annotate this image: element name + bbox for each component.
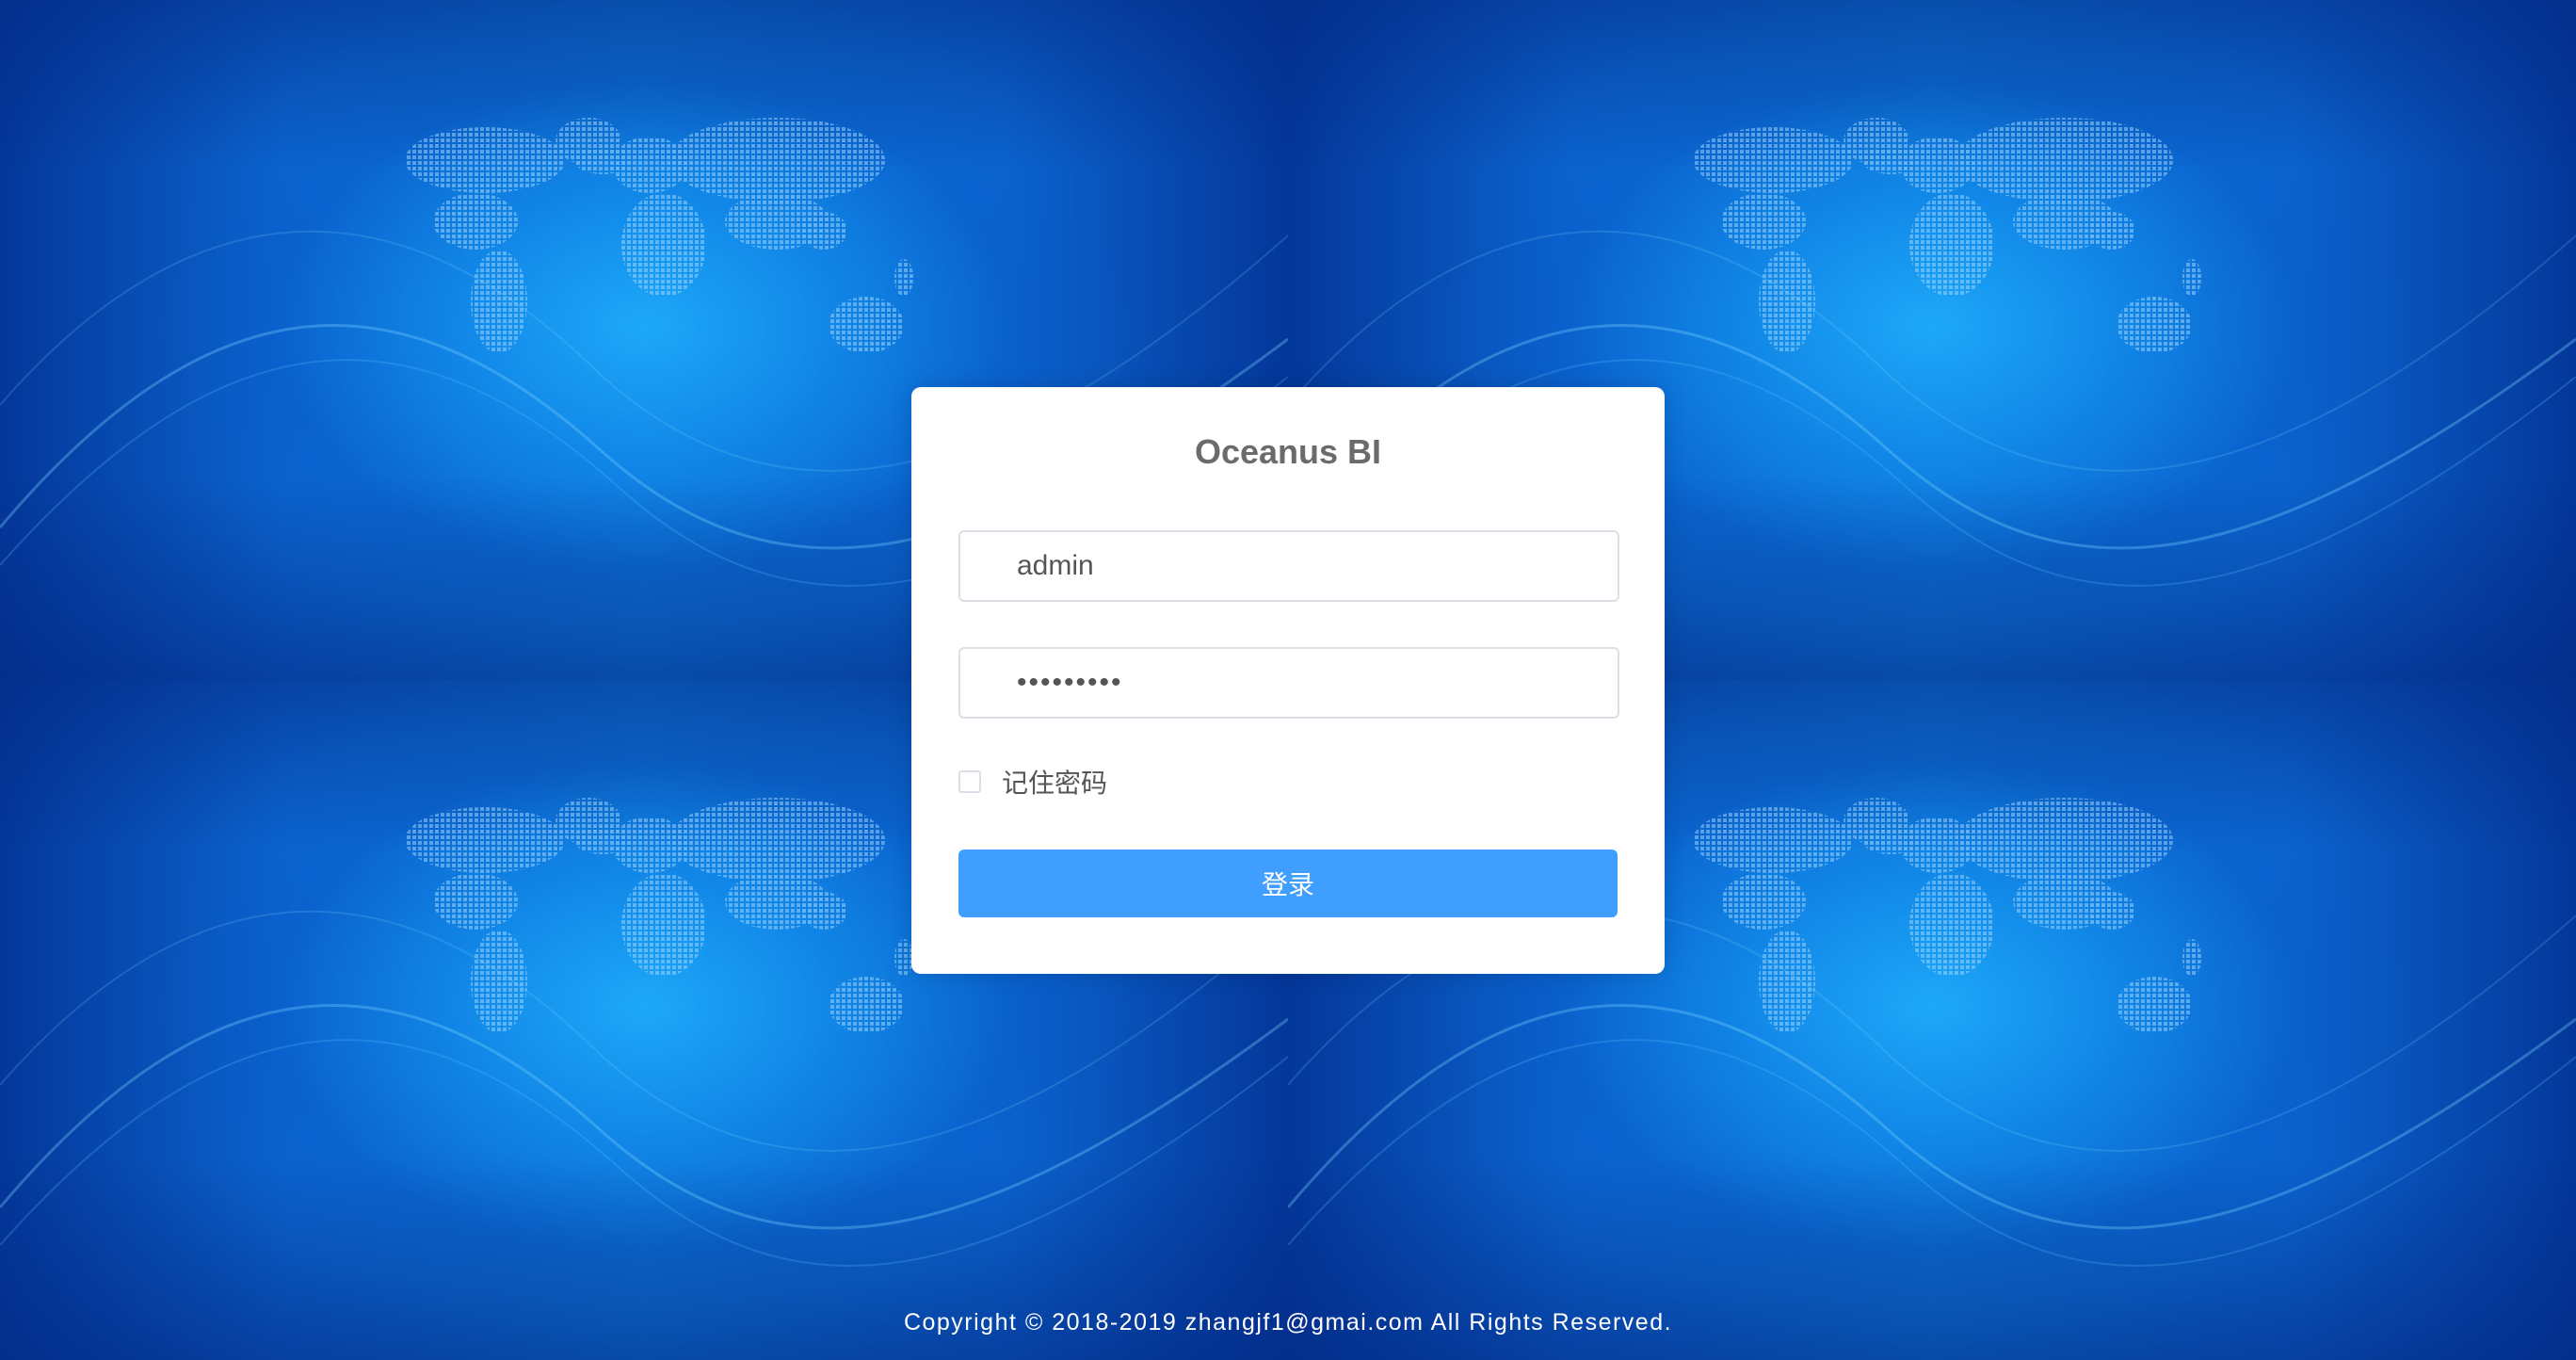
login-button[interactable]: 登录 (958, 850, 1618, 917)
username-input[interactable] (1017, 532, 1601, 600)
world-map-graphic (1693, 798, 2201, 1033)
username-field[interactable] (958, 530, 1619, 602)
password-field[interactable] (958, 647, 1619, 719)
world-map-graphic (405, 798, 913, 1033)
remember-label[interactable]: 记住密码 (1002, 763, 1107, 801)
login-card: Oceanus BI 记住密码 登录 (911, 387, 1665, 974)
world-map-graphic (1693, 118, 2201, 353)
world-map-graphic (405, 118, 913, 353)
remember-checkbox[interactable] (958, 770, 981, 793)
password-input[interactable] (1017, 649, 1601, 717)
footer-copyright: Copyright © 2018-2019 zhangjf1@gmai.com … (903, 1309, 1673, 1336)
remember-password[interactable]: 记住密码 (958, 767, 1107, 799)
app-title: Oceanus BI (1194, 432, 1382, 471)
